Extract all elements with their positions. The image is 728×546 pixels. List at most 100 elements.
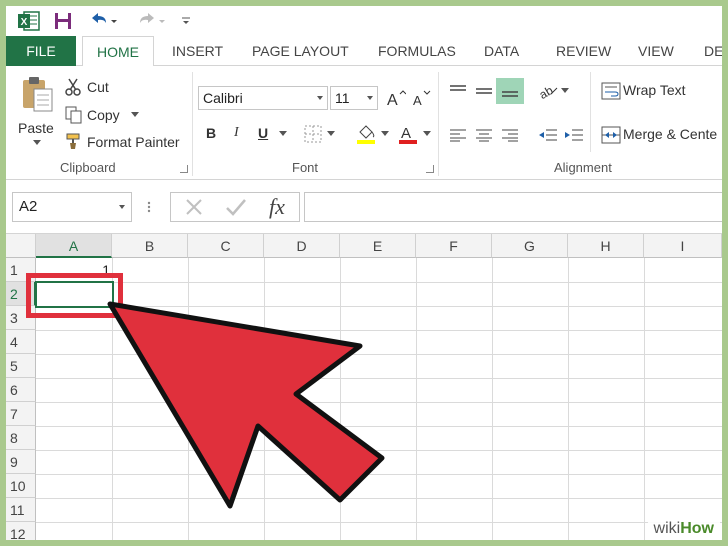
- watermark-part2: How: [680, 520, 714, 537]
- column-header-b[interactable]: B: [112, 234, 188, 258]
- name-box[interactable]: A2: [12, 192, 132, 222]
- italic-button[interactable]: I: [234, 125, 239, 141]
- tab-page-layout[interactable]: PAGE LAYOUT: [252, 36, 349, 66]
- highlight-box: [26, 273, 123, 318]
- font-color-dropdown-icon[interactable]: [422, 129, 432, 139]
- column-header-f[interactable]: F: [416, 234, 492, 258]
- copy-button[interactable]: Copy: [87, 107, 120, 123]
- column-header-i[interactable]: I: [644, 234, 722, 258]
- row-header-4[interactable]: 4: [6, 330, 36, 354]
- borders-dropdown-icon[interactable]: [326, 129, 336, 139]
- grid-line: [36, 282, 722, 283]
- grid-line: [36, 330, 722, 331]
- row-header-11[interactable]: 11: [6, 498, 36, 522]
- undo-icon[interactable]: [86, 8, 120, 34]
- bottom-align-icon[interactable]: [496, 78, 524, 104]
- top-align-icon[interactable]: [446, 80, 470, 102]
- copy-dropdown-icon[interactable]: [130, 110, 140, 120]
- alignment-group-label: Alignment: [554, 160, 612, 175]
- font-size-dropdown-icon: [367, 96, 373, 100]
- font-launcher-icon[interactable]: [426, 165, 434, 173]
- customize-qat-icon[interactable]: [178, 8, 194, 34]
- decrease-font-size-icon[interactable]: A: [412, 86, 432, 110]
- align-center-icon[interactable]: [472, 124, 496, 146]
- row-header-8[interactable]: 8: [6, 426, 36, 450]
- ribbon-home: Paste Cut Copy Format Painter Clipboard …: [6, 66, 722, 180]
- orientation-dropdown-icon[interactable]: [560, 86, 570, 96]
- formula-bar-handle-icon[interactable]: [142, 196, 156, 218]
- row-header-12[interactable]: 12: [6, 522, 36, 540]
- fill-color-icon[interactable]: [354, 122, 378, 146]
- clipboard-launcher-icon[interactable]: [180, 165, 188, 173]
- cut-button[interactable]: Cut: [87, 79, 109, 95]
- font-size-select[interactable]: 11: [330, 86, 378, 110]
- increase-font-size-icon[interactable]: A: [386, 86, 406, 110]
- tab-review[interactable]: REVIEW: [556, 36, 611, 66]
- wrap-text-icon[interactable]: [600, 80, 622, 102]
- tab-formulas[interactable]: FORMULAS: [378, 36, 456, 66]
- fill-color-dropdown-icon[interactable]: [380, 129, 390, 139]
- tab-file[interactable]: FILE: [6, 36, 76, 66]
- tab-view[interactable]: VIEW: [638, 36, 674, 66]
- grid-line: [36, 402, 722, 403]
- row-header-7[interactable]: 7: [6, 402, 36, 426]
- name-box-dropdown-icon: [119, 205, 125, 209]
- grid-line: [36, 522, 722, 523]
- column-header-a[interactable]: A: [36, 234, 112, 258]
- format-painter-button[interactable]: Format Painter: [87, 134, 180, 150]
- insert-function-button[interactable]: fx: [263, 194, 291, 220]
- save-icon[interactable]: [50, 8, 76, 34]
- row-header-9[interactable]: 9: [6, 450, 36, 474]
- cancel-icon[interactable]: [181, 196, 207, 218]
- ribbon-separator: [590, 72, 591, 152]
- align-left-icon[interactable]: [446, 124, 470, 146]
- middle-align-icon[interactable]: [472, 80, 496, 102]
- underline-dropdown-icon[interactable]: [278, 129, 288, 139]
- paste-icon[interactable]: [16, 74, 58, 114]
- row-header-6[interactable]: 6: [6, 378, 36, 402]
- cut-icon[interactable]: [64, 78, 84, 96]
- merge-center-icon[interactable]: [600, 124, 622, 146]
- bold-button[interactable]: B: [206, 125, 216, 141]
- paste-button[interactable]: Paste: [18, 120, 54, 136]
- copy-icon[interactable]: [64, 106, 84, 124]
- decrease-indent-icon[interactable]: [536, 124, 560, 146]
- row-header-10[interactable]: 10: [6, 474, 36, 498]
- font-color-icon[interactable]: A: [396, 122, 420, 146]
- merge-center-button[interactable]: Merge & Cente: [623, 126, 717, 142]
- align-right-icon[interactable]: [498, 124, 522, 146]
- column-header-e[interactable]: E: [340, 234, 416, 258]
- enter-icon[interactable]: [223, 196, 249, 218]
- increase-indent-icon[interactable]: [562, 124, 586, 146]
- excel-logo-icon: X: [16, 8, 42, 34]
- redo-icon[interactable]: [134, 8, 168, 34]
- underline-button[interactable]: U: [258, 125, 268, 141]
- grid-line: [36, 450, 722, 451]
- tab-insert[interactable]: INSERT: [172, 36, 223, 66]
- tab-developer[interactable]: DE: [704, 36, 722, 66]
- column-header-h[interactable]: H: [568, 234, 644, 258]
- svg-text:A: A: [413, 93, 422, 108]
- formula-bar: A2 fx: [6, 180, 722, 234]
- grid-line: [36, 426, 722, 427]
- row-header-5[interactable]: 5: [6, 354, 36, 378]
- formula-input[interactable]: [304, 192, 722, 222]
- column-header-c[interactable]: C: [188, 234, 264, 258]
- borders-icon[interactable]: [302, 124, 324, 144]
- orientation-icon[interactable]: ab: [536, 80, 560, 102]
- tab-home[interactable]: HOME: [82, 36, 154, 67]
- format-painter-icon[interactable]: [64, 132, 84, 150]
- grid-line: [36, 474, 722, 475]
- font-family-select[interactable]: Calibri: [198, 86, 328, 110]
- grid-line: [36, 498, 722, 499]
- column-header-g[interactable]: G: [492, 234, 568, 258]
- column-header-d[interactable]: D: [264, 234, 340, 258]
- select-all-corner[interactable]: [6, 234, 36, 258]
- wrap-text-button[interactable]: Wrap Text: [623, 82, 686, 98]
- ribbon-separator: [192, 72, 193, 176]
- font-group-label: Font: [292, 160, 319, 175]
- tab-data[interactable]: DATA: [484, 36, 519, 66]
- paste-dropdown-icon[interactable]: [32, 138, 42, 148]
- spreadsheet-grid[interactable]: A B C D E F G H I 1 2 3 4 5 6 7 8 9 10 1…: [6, 234, 722, 540]
- grid-line: [36, 354, 722, 355]
